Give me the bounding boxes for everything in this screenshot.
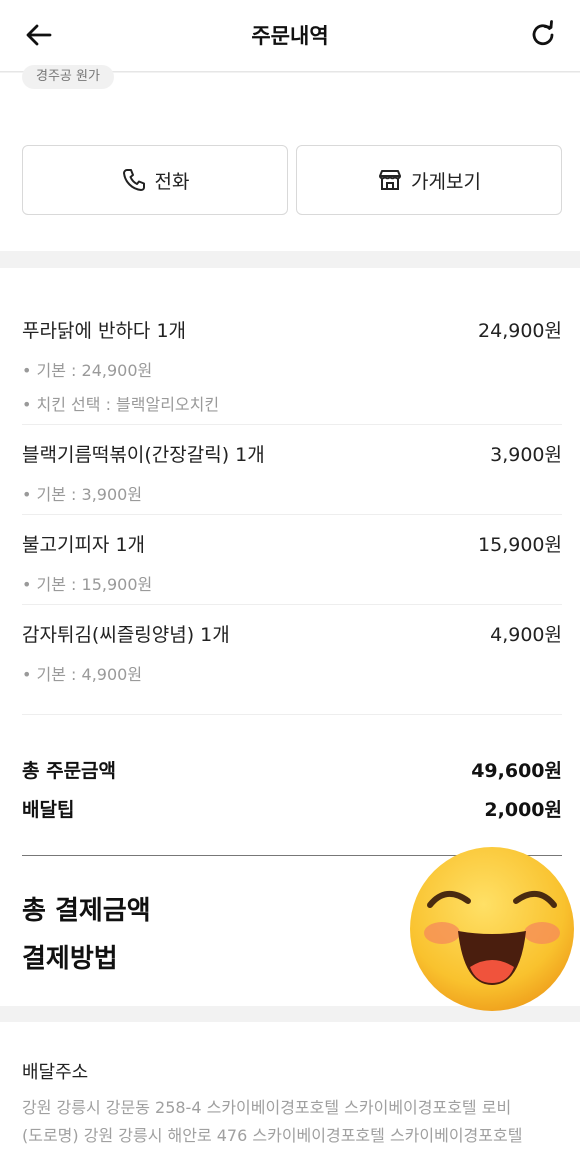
status-chip: 경주공 원가 xyxy=(22,65,114,89)
list-item: 감자튀김(씨즐링양념) 1개 4,900원 • 기본 : 4,900원 xyxy=(22,620,562,685)
call-button[interactable]: 전화 xyxy=(22,145,288,215)
delivery-tip-row: 배달팁 2,000원 xyxy=(22,795,562,822)
address-line: 강원 강릉시 강문동 258-4 스카이베이경포호텔 스카이베이경포호텔 로비 xyxy=(22,1098,512,1117)
list-item: 블랙기름떡볶이(간장갈릭) 1개 3,900원 • 기본 : 3,900원 xyxy=(22,440,562,505)
item-option: • 기본 : 3,900원 xyxy=(22,485,143,504)
item-option: • 기본 : 4,900원 xyxy=(22,665,143,684)
app-header: 주문내역 xyxy=(0,0,580,72)
refresh-icon[interactable] xyxy=(526,18,560,52)
grinning-face-emoji-icon xyxy=(410,847,574,1011)
call-button-label: 전화 xyxy=(154,170,190,193)
view-store-button[interactable]: 가게보기 xyxy=(296,145,562,215)
delivery-address-card: 배달주소 강원 강릉시 강문동 258-4 스카이베이경포호텔 스카이베이경포호… xyxy=(0,1022,580,1155)
item-name: 감자튀김(씨즐링양념) 1개 xyxy=(22,624,230,646)
list-item: 불고기피자 1개 15,900원 • 기본 : 15,900원 xyxy=(22,530,562,595)
list-item: 푸라닭에 반하다 1개 24,900원 • 기본 : 24,900원 • 치킨 … xyxy=(22,316,562,415)
item-option: • 치킨 선택 : 블랙알리오치킨 xyxy=(22,395,220,414)
delivery-tip-label: 배달팁 xyxy=(22,799,75,821)
item-option: • 기본 : 24,900원 xyxy=(22,361,153,380)
view-store-button-label: 가게보기 xyxy=(411,170,481,193)
item-option: • 기본 : 15,900원 xyxy=(22,575,153,594)
divider xyxy=(22,424,562,425)
divider xyxy=(22,604,562,605)
divider xyxy=(22,714,562,715)
item-name: 블랙기름떡볶이(간장갈릭) 1개 xyxy=(22,444,265,466)
store-actions-card: 경주공 원가 전화 가게보기 xyxy=(0,65,580,251)
order-total-row: 총 주문금액 49,600원 xyxy=(22,756,562,783)
item-price: 3,900원 xyxy=(490,444,562,466)
order-total-value: 49,600원 xyxy=(471,760,562,782)
page-title: 주문내역 xyxy=(251,24,329,48)
address-title: 배달주소 xyxy=(22,1062,89,1083)
phone-icon xyxy=(122,169,145,191)
store-icon xyxy=(379,170,402,190)
order-total-label: 총 주문금액 xyxy=(22,760,117,782)
item-price: 15,900원 xyxy=(478,534,562,556)
delivery-tip-value: 2,000원 xyxy=(484,799,562,821)
item-price: 4,900원 xyxy=(490,624,562,646)
address-road-line: (도로명) 강원 강릉시 해안로 476 스카이베이경포호텔 스카이베이경포호텔 xyxy=(22,1126,523,1145)
item-price: 24,900원 xyxy=(478,320,562,342)
divider xyxy=(22,514,562,515)
